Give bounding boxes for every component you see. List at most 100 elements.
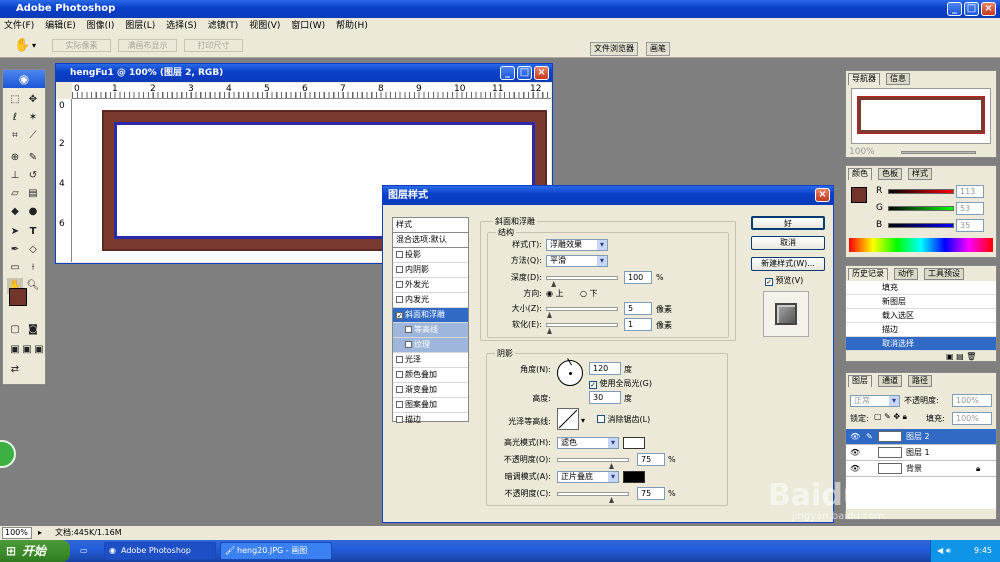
style-item-styles[interactable]: 样式 [393,218,468,233]
checkbox[interactable] [396,266,403,273]
style-item-pattern-overlay[interactable]: 图案叠加 [393,398,468,413]
magic-wand-icon[interactable]: ✶ [25,110,41,126]
bevel-style-select[interactable]: 浮雕效果 [546,239,608,251]
shadow-color-swatch[interactable] [623,471,645,483]
gloss-contour-preview[interactable] [557,408,579,430]
opacity-input[interactable]: 100% [952,394,992,407]
size-slider[interactable] [546,307,618,311]
print-size-button[interactable]: 打印尺寸 [184,39,243,52]
tray-icons[interactable]: ◀ 🔊︎ [937,540,951,562]
style-item-satin[interactable]: 光泽 [393,353,468,368]
healing-brush-icon[interactable]: ⊕ [7,150,23,166]
shadow-mode-select[interactable]: 正片叠底 [557,471,619,483]
highlight-color-swatch[interactable] [623,437,645,449]
direction-up-radio[interactable]: ◉ 上 [546,288,564,299]
doc-close-button[interactable]: × [534,66,549,80]
close-button[interactable]: × [981,2,996,16]
clock[interactable]: 9:45 [974,546,992,555]
chevron-down-icon[interactable]: ▾ [581,416,585,425]
brush-icon[interactable]: ✎ [25,150,41,166]
tab-actions[interactable]: 动作 [894,268,918,280]
size-slider-thumb[interactable] [547,312,552,318]
depth-input[interactable]: 100 [624,271,652,284]
status-zoom[interactable]: 100% [2,527,32,539]
style-item-drop-shadow[interactable]: 投影 [393,248,468,263]
tab-color[interactable]: 颜色 [848,168,872,180]
history-item[interactable]: 新图层 [846,295,996,309]
stamp-icon[interactable]: ⊥ [7,168,23,184]
side-badge-icon[interactable] [0,440,16,468]
menu-edit[interactable]: 编辑(E) [41,18,80,34]
depth-slider[interactable] [546,276,618,280]
channel-r-value[interactable]: 113 [956,185,984,198]
depth-slider-thumb[interactable] [551,281,557,287]
angle-dial[interactable] [557,358,583,386]
chevron-down-icon[interactable]: ▾ [32,41,36,50]
new-style-button[interactable]: 新建样式(W)... [751,257,825,271]
dodge-icon[interactable]: ● [25,204,41,220]
notes-icon[interactable]: ▭ [7,260,23,276]
checkbox[interactable] [396,281,403,288]
maximize-button[interactable]: □ [964,2,979,16]
angle-input[interactable]: 120 [589,362,621,375]
soften-slider-thumb[interactable] [547,328,552,334]
menu-window[interactable]: 窗口(W) [287,18,329,34]
actual-pixels-button[interactable]: 实际像素 [52,39,111,52]
tab-history[interactable]: 历史记录 [848,268,888,280]
move-icon[interactable]: ✥ [25,92,41,108]
eye-icon[interactable]: 👁︎ [850,445,860,461]
style-item-inner-glow[interactable]: 内发光 [393,293,468,308]
size-input[interactable]: 5 [624,302,652,315]
tab-layers[interactable]: 图层 [848,375,872,387]
doc-maximize-button[interactable]: □ [517,66,532,80]
hand-tool-icon[interactable]: ✋ [14,38,30,53]
altitude-input[interactable]: 30 [589,391,621,404]
direction-down-radio[interactable]: ○ 下 [580,288,598,299]
screen-mode-3-icon[interactable]: ▣ [31,342,47,358]
tab-swatches[interactable]: 色板 [878,168,902,180]
shadow-opacity-slider[interactable] [557,492,629,496]
color-ramp[interactable] [849,238,993,252]
fit-screen-button[interactable]: 满画布显示 [118,39,177,52]
checkbox[interactable] [396,356,403,363]
style-item-bevel-emboss[interactable]: ✓ 斜面和浮雕 [393,308,468,323]
soften-slider[interactable] [546,323,618,327]
zoom-icon[interactable]: 🔍︎ [25,278,41,294]
highlight-opacity-thumb[interactable] [609,463,614,469]
checkbox-checked[interactable]: ✓ [589,381,597,389]
doc-minimize-button[interactable]: _ [500,66,515,80]
tab-channels[interactable]: 通道 [878,375,902,387]
menu-select[interactable]: 选择(S) [162,18,201,34]
fill-input[interactable]: 100% [952,412,992,425]
quickmask-mode-icon[interactable]: ◙ [25,322,41,338]
cancel-button[interactable]: 取消 [751,236,825,250]
checkbox[interactable] [396,296,403,303]
shadow-opacity-input[interactable]: 75 [637,487,665,500]
layer-row[interactable]: 👁︎ 图层 1 [846,445,996,461]
checkbox[interactable] [405,326,412,333]
color-fg-swatch[interactable] [851,187,867,203]
checkbox[interactable] [396,251,403,258]
style-item-gradient-overlay[interactable]: 渐变叠加 [393,383,468,398]
channel-b-value[interactable]: 35 [956,219,984,232]
lock-icons[interactable]: ▢ ✎ ✥ 🔒︎ [874,412,907,422]
technique-select[interactable]: 平滑 [546,255,608,267]
navigator-zoom-slider[interactable] [901,151,976,154]
style-item-texture[interactable]: 纹理 [393,338,468,353]
shape-icon[interactable]: ◇ [25,242,41,258]
checkbox-checked[interactable]: ✓ [396,312,403,320]
channel-b-slider[interactable] [888,223,954,228]
tab-paths[interactable]: 路径 [908,375,932,387]
marquee-icon[interactable]: ⬚ [7,92,23,108]
style-item-stroke[interactable]: 描边 [393,413,468,428]
task-photoshop[interactable]: ◉ Adobe Photoshop [104,542,216,560]
layer-row-selected[interactable]: 👁︎ ✎ 图层 2 [846,429,996,445]
gradient-icon[interactable]: ▤ [25,186,41,202]
style-item-inner-shadow[interactable]: 内阴影 [393,263,468,278]
highlight-opacity-input[interactable]: 75 [637,453,665,466]
highlight-opacity-slider[interactable] [557,458,629,462]
path-select-icon[interactable]: ➤ [7,224,23,240]
blur-icon[interactable]: ◆ [7,204,23,220]
checkbox[interactable] [597,415,605,423]
chevron-right-icon[interactable]: ▸ [38,526,42,540]
